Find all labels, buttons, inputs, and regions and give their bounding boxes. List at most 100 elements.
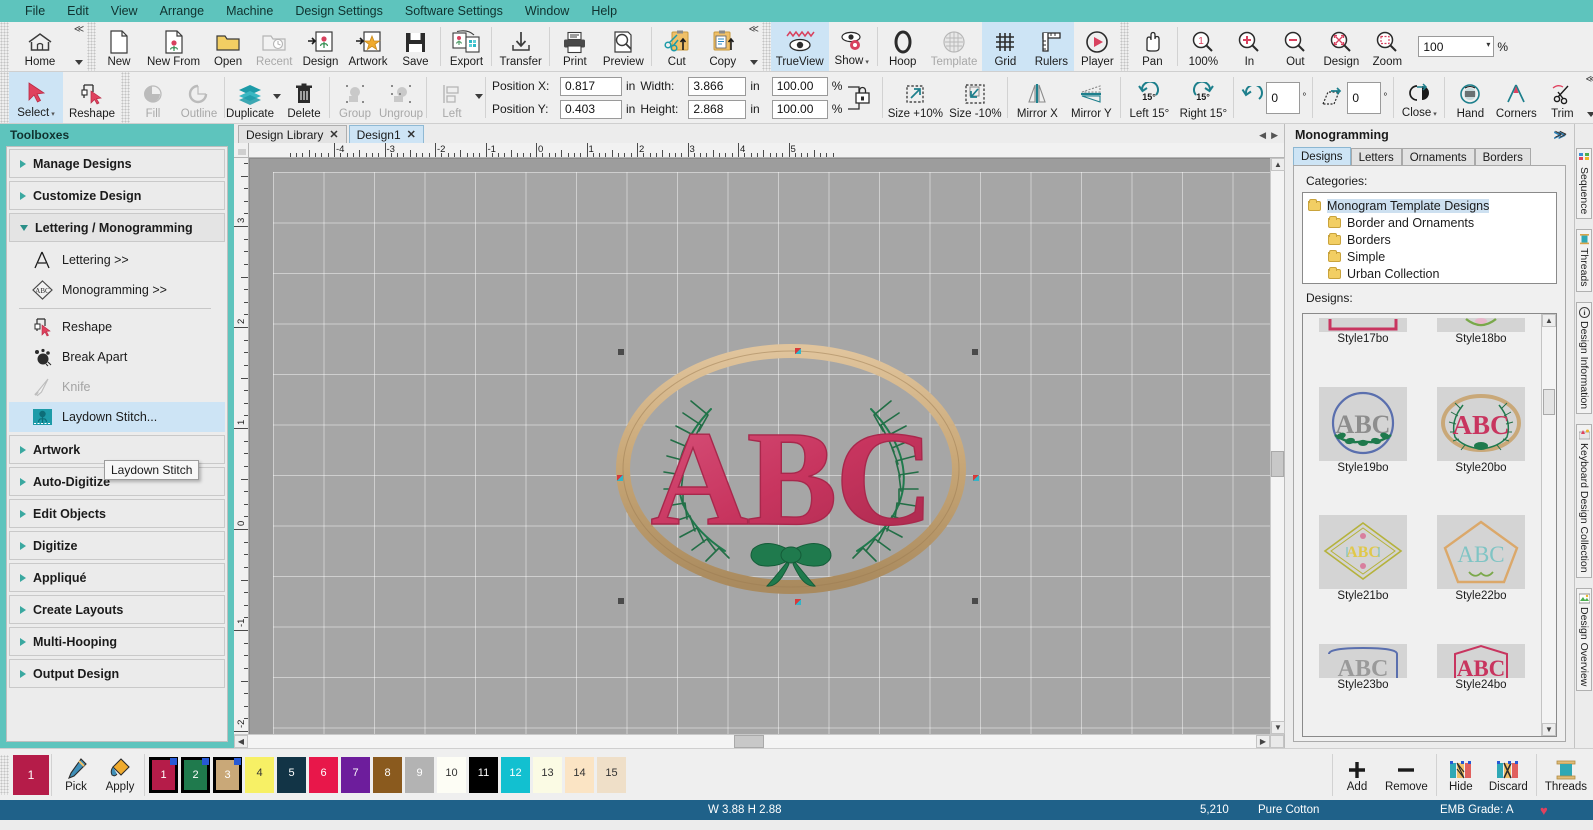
vertical-ruler[interactable]: 3210-1-2	[234, 158, 249, 734]
pick-color-button[interactable]: Pick	[54, 757, 98, 793]
zoom-out-button[interactable]: Out	[1272, 22, 1318, 71]
gallery-scroll-thumb[interactable]	[1543, 389, 1555, 415]
ribbon-grip[interactable]	[0, 22, 9, 71]
menu-item-view[interactable]: View	[100, 2, 149, 20]
lock-aspect-ratio-button[interactable]	[842, 83, 876, 113]
corners-button[interactable]: Corners	[1493, 72, 1539, 123]
scroll-down-icon[interactable]: ▼	[1542, 723, 1556, 736]
select-tool-button[interactable]: Select▾	[9, 72, 63, 123]
open-button[interactable]: Open	[205, 22, 251, 71]
scroll-down-icon[interactable]: ▼	[1271, 721, 1285, 734]
discard-threads-button[interactable]: Discard	[1483, 757, 1534, 793]
tool-break-apart[interactable]: Break Apart	[9, 342, 225, 372]
thread-swatch-8[interactable]: 8	[373, 757, 402, 793]
toolbox-edit-objects[interactable]: Edit Objects	[9, 499, 225, 528]
categories-tree[interactable]: Monogram Template Designs Border and Orn…	[1302, 192, 1557, 284]
duplicate-dropdown[interactable]	[273, 72, 281, 123]
scroll-up-icon[interactable]: ▲	[1542, 314, 1556, 327]
thread-swatch-11[interactable]: 11	[469, 757, 498, 793]
category-monogram-template-designs[interactable]: Monogram Template Designs	[1306, 197, 1553, 214]
palette-grip[interactable]	[0, 755, 9, 795]
gallery-scroll-track[interactable]	[1542, 327, 1556, 723]
toolbox-customize-design[interactable]: Customize Design	[9, 181, 225, 210]
tool-reshape[interactable]: Reshape	[9, 312, 225, 342]
thread-swatch-7[interactable]: 7	[341, 757, 370, 793]
thread-swatch-12[interactable]: 12	[501, 757, 530, 793]
rail-tab-design-information[interactable]: Design Information	[1576, 302, 1592, 414]
tab-letters[interactable]: Letters	[1351, 148, 1402, 166]
pan-button[interactable]: Pan	[1129, 22, 1175, 71]
toolbox-output-design[interactable]: Output Design	[9, 659, 225, 688]
designs-gallery[interactable]: Style17bo Style18bo	[1302, 313, 1557, 737]
menu-item-window[interactable]: Window	[514, 2, 580, 20]
design-item[interactable]: Style17bo	[1309, 318, 1417, 387]
current-color-swatch[interactable]: 1	[13, 755, 49, 795]
category-urban-collection[interactable]: Urban Collection	[1306, 265, 1553, 282]
delete-button[interactable]: Delete	[281, 72, 327, 123]
design-item[interactable]: ABC Style23bo	[1309, 644, 1417, 733]
export-button[interactable]: Export	[443, 22, 489, 71]
tab-scroll-right-icon[interactable]: ▶	[1271, 130, 1278, 141]
mirror-y-button[interactable]: Mirror Y	[1064, 72, 1118, 123]
thread-swatch-2[interactable]: 2	[181, 757, 210, 793]
trim-button[interactable]: Trim	[1539, 72, 1585, 123]
tool-lettering[interactable]: Lettering >>	[9, 245, 225, 275]
rotate-left-15-button[interactable]: 15° Left 15°	[1123, 72, 1175, 123]
design-item[interactable]: ABC Style22bo	[1427, 515, 1535, 644]
duplicate-button[interactable]: Duplicate	[227, 72, 273, 123]
file-group-grip[interactable]	[87, 22, 96, 71]
resize-handle-bottom-center[interactable]	[795, 599, 801, 605]
menu-item-file[interactable]: File	[14, 2, 56, 20]
vertical-scroll-track[interactable]	[1271, 171, 1284, 721]
design-item[interactable]: ABC	[1309, 387, 1417, 516]
close-curve-button[interactable]: Close▾	[1396, 72, 1442, 123]
reshape-tool-button[interactable]: Reshape	[63, 72, 121, 123]
vertical-scroll-thumb[interactable]	[1271, 451, 1284, 477]
resize-handle-bottom-left[interactable]	[618, 598, 624, 604]
menu-item-edit[interactable]: Edit	[56, 2, 100, 20]
add-color-button[interactable]: Add	[1335, 757, 1379, 793]
resize-handle-middle-left[interactable]	[617, 475, 623, 481]
horizontal-scroll-track[interactable]	[248, 735, 1256, 748]
width-input[interactable]	[688, 77, 746, 96]
toolbox-multi-hooping[interactable]: Multi-Hooping	[9, 627, 225, 656]
canvas-vertical-scrollbar[interactable]: ▲ ▼	[1270, 158, 1284, 734]
resize-handle-middle-right[interactable]	[973, 475, 979, 481]
insert-artwork-button[interactable]: Artwork	[343, 22, 392, 71]
menu-item-help[interactable]: Help	[580, 2, 628, 20]
resize-grip-icon[interactable]	[1270, 735, 1284, 748]
thread-swatch-10[interactable]: 10	[437, 757, 466, 793]
toolbox-digitize[interactable]: Digitize	[9, 531, 225, 560]
resize-handle-top-center[interactable]	[795, 348, 801, 354]
scale-x-input[interactable]	[772, 77, 828, 96]
copy-button[interactable]: Copy	[700, 22, 746, 71]
rotate-right-15-button[interactable]: 15° Right 15°	[1175, 72, 1231, 123]
preview-button[interactable]: Preview	[598, 22, 649, 71]
resize-handle-bottom-right[interactable]	[972, 598, 978, 604]
ruler-origin-button[interactable]	[234, 143, 249, 158]
thread-swatch-5[interactable]: 5	[277, 757, 306, 793]
design-item[interactable]: ABC Style24bo	[1427, 644, 1535, 733]
thread-swatch-1[interactable]: 1	[149, 757, 178, 793]
gallery-scrollbar[interactable]: ▲ ▼	[1541, 314, 1556, 736]
trueview-button[interactable]: TrueView	[771, 22, 829, 71]
home-button[interactable]: Home	[9, 22, 71, 71]
tab-ornaments[interactable]: Ornaments	[1402, 148, 1475, 166]
tab-borders[interactable]: Borders	[1475, 148, 1531, 166]
apply-color-button[interactable]: Apply	[98, 757, 142, 793]
view-group-grip[interactable]	[762, 22, 771, 71]
stitch-group-overflow[interactable]: ≪	[1585, 72, 1593, 123]
height-input[interactable]	[688, 100, 746, 119]
hide-threads-button[interactable]: Hide	[1439, 757, 1483, 793]
menu-item-design-settings[interactable]: Design Settings	[284, 2, 394, 20]
zoom-100-button[interactable]: 1 100%	[1180, 22, 1226, 71]
thread-swatch-13[interactable]: 13	[533, 757, 562, 793]
remove-color-button[interactable]: Remove	[1379, 757, 1434, 793]
design-canvas[interactable]: ABC	[249, 158, 1270, 734]
scroll-right-icon[interactable]: ▶	[1256, 735, 1270, 748]
tab-scroll-left-icon[interactable]: ◀	[1259, 130, 1266, 141]
resize-handle-top-right[interactable]	[972, 349, 978, 355]
hand-stitch-button[interactable]: Hand	[1447, 72, 1493, 123]
design-item[interactable]: Style18bo	[1427, 318, 1535, 387]
zoom-box-button[interactable]: Zoom	[1364, 22, 1410, 71]
